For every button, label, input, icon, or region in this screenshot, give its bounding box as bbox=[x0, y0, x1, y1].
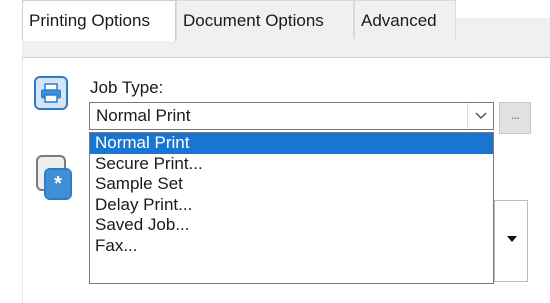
job-type-select[interactable]: Normal Print bbox=[89, 102, 494, 130]
option-normal-print[interactable]: Normal Print bbox=[90, 133, 493, 154]
option-secure-print[interactable]: Secure Print... bbox=[90, 154, 493, 175]
option-delay-print[interactable]: Delay Print... bbox=[90, 195, 493, 216]
tab-document-options[interactable]: Document Options bbox=[176, 0, 354, 39]
option-sample-set[interactable]: Sample Set bbox=[90, 174, 493, 195]
printer-icon bbox=[34, 76, 68, 110]
caret-down-icon bbox=[507, 236, 517, 242]
option-saved-job[interactable]: Saved Job... bbox=[90, 215, 493, 236]
job-type-dropdown-list: Normal Print Secure Print... Sample Set … bbox=[89, 132, 494, 284]
job-type-selected-value: Normal Print bbox=[96, 106, 191, 125]
chevron-down-icon bbox=[475, 112, 487, 120]
dropdown-toggle[interactable] bbox=[467, 103, 493, 129]
tab-advanced[interactable]: Advanced bbox=[354, 0, 456, 39]
option-fax[interactable]: Fax... bbox=[90, 236, 493, 257]
collate-icon: * bbox=[44, 168, 72, 200]
job-type-label: Job Type: bbox=[90, 78, 164, 97]
hidden-dropdown-button[interactable] bbox=[494, 200, 528, 282]
tab-printing-options[interactable]: Printing Options bbox=[22, 0, 176, 41]
job-type-more-button[interactable]: ... bbox=[499, 102, 531, 134]
